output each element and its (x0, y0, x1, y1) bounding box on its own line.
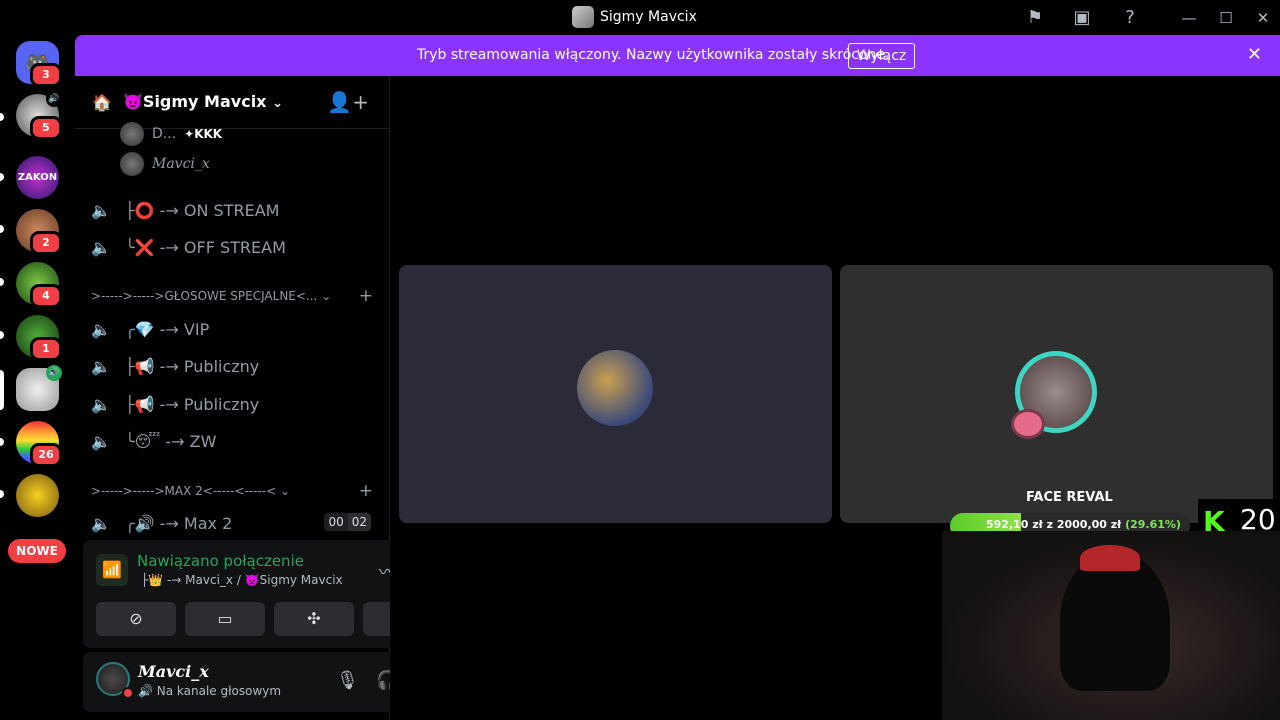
banner-text: Tryb streamowania włączony. Nazwy użytko… (417, 47, 890, 63)
signal-icon[interactable]: 📶 (96, 554, 128, 586)
server-name: 👿Sigmy Mavcix ⌄ (123, 92, 283, 111)
close-icon[interactable]: ✕ (1247, 44, 1262, 65)
avatar (120, 122, 144, 146)
channel-sidebar: 🏠 👿Sigmy Mavcix ⌄ 👤+ D... ✦KKK Mavci_x 🔈… (75, 76, 457, 720)
activities-icon: ✣ (307, 609, 321, 628)
voice-channel-icon: 🔈 (91, 237, 111, 257)
server-icon-6[interactable]: 1 (16, 315, 62, 361)
status-badge (122, 687, 134, 699)
goal-title: FACE REVAL (1026, 490, 1113, 505)
server-icon-9[interactable] (16, 474, 59, 517)
user-status-text: 🔊 Na kanale głosowym (138, 684, 282, 698)
unread-pill (0, 225, 4, 233)
connection-status[interactable]: Nawiązano połączenie (137, 552, 304, 570)
maximize-button[interactable]: ☐ (1216, 8, 1236, 28)
window-title-text: Sigmy Mavcix (600, 9, 697, 25)
voice-member[interactable]: D... ✦KKK (120, 122, 222, 146)
stream-overlay: FACE REVAL 592,10 zł z 2000,00 zł (29.61… (940, 485, 1280, 720)
donut-decoration-icon (1011, 409, 1045, 439)
server-icon-zakon[interactable]: ZAKON (16, 156, 59, 199)
avatar (577, 350, 653, 426)
user-limit-badge: 00 02 (324, 513, 371, 531)
server-thumbnail (572, 6, 594, 28)
unread-pill (0, 278, 4, 286)
unread-pill (0, 490, 4, 498)
window-title: Sigmy Mavcix (572, 6, 697, 28)
microphone-icon[interactable]: 🎙 (336, 670, 359, 691)
unread-pill (0, 113, 4, 121)
title-bar: Sigmy Mavcix ⚑ ▣ ? — ☐ ✕ (0, 0, 1280, 35)
voice-channel-icon: 🔈 (91, 200, 111, 220)
voice-channel-icon: 🔈 (91, 431, 111, 451)
flag-icon[interactable]: ⚑ (1023, 6, 1047, 30)
discord-home-icon[interactable]: 🎮 3 (16, 41, 62, 87)
server-icon-2[interactable]: 🔊 5 (16, 91, 62, 140)
unread-pill (0, 438, 4, 446)
disable-streamer-mode-button[interactable]: Wyłącz (848, 43, 915, 69)
activities-button[interactable]: ✣ (274, 602, 354, 636)
connection-channel[interactable]: ├👑 -→ Mavci_x / 👿Sigmy Mavcix (141, 573, 343, 587)
notification-badge: 3 (30, 63, 62, 87)
voice-channel-off-stream[interactable]: 🔈 ╰❌ -→ OFF STREAM (91, 230, 379, 264)
goal-text: 592,10 zł z 2000,00 zł (29.61%) (986, 518, 1181, 531)
notification-badge: 2 (30, 231, 62, 255)
home-icon: 🏠 (92, 93, 112, 112)
webcam-person (1060, 551, 1170, 691)
participant-tile[interactable] (399, 265, 832, 523)
add-channel-icon[interactable]: + (359, 481, 373, 501)
voice-channel-zw[interactable]: 🔈 ╰😴 -→ ZW (91, 424, 379, 458)
category-max-2[interactable]: >----->----->MAX 2<-----<-----< ⌄ + (91, 481, 381, 504)
screen-share-button[interactable]: ▭ (185, 602, 265, 636)
server-icon-4[interactable]: 2 (16, 209, 62, 255)
minimize-button[interactable]: — (1179, 8, 1199, 28)
voice-channel-publiczny-2[interactable]: 🔈 ├📢 -→ Publiczny (91, 387, 379, 421)
invite-user-icon[interactable]: 👤+ (327, 90, 369, 114)
voice-channel-vip[interactable]: 🔈 ╭💎 -→ VIP (91, 312, 379, 346)
unread-pill (0, 173, 4, 181)
streamer-mode-banner: Tryb streamowania włączony. Nazwy użytko… (75, 35, 1280, 76)
category-glosowe-specjalne[interactable]: >----->----->GŁOSOWE SPECJALNE<... ⌄ + (91, 286, 381, 309)
voice-connected-icon: 🔊 (46, 365, 62, 381)
webcam-feed (942, 531, 1280, 720)
selected-pill (0, 370, 4, 410)
notification-badge: 4 (30, 284, 62, 308)
voice-member[interactable]: Mavci_x (120, 152, 210, 176)
new-unreads-button[interactable]: NOWE (8, 539, 66, 563)
username[interactable]: Mavci_x (138, 662, 209, 681)
camera-off-icon: ⊘ (129, 609, 143, 628)
server-icon-7[interactable]: 🔊 (16, 365, 62, 411)
voice-channel-icon: 🔈 (91, 319, 111, 339)
notification-badge: 26 (30, 443, 62, 467)
inbox-icon[interactable]: ▣ (1070, 6, 1094, 30)
notification-badge: 5 (30, 116, 62, 140)
server-icon-8[interactable]: 26 (16, 421, 62, 467)
voice-channel-icon: 🔈 (91, 513, 111, 533)
voice-channel-publiczny[interactable]: 🔈 ├📢 -→ Publiczny (91, 349, 379, 383)
avatar (120, 152, 144, 176)
close-window-button[interactable]: ✕ (1253, 8, 1273, 28)
help-icon[interactable]: ? (1118, 6, 1142, 30)
voice-channel-on-stream[interactable]: 🔈 ├⭕ -→ ON STREAM (91, 193, 379, 227)
server-icon-5[interactable]: 4 (16, 262, 62, 308)
add-channel-icon[interactable]: + (359, 286, 373, 306)
camera-button[interactable]: ⊘ (96, 602, 176, 636)
voice-channel-icon: 🔈 (91, 394, 111, 414)
server-rail: 🎮 3 🔊 5 ZAKON 2 4 1 🔊 26 NOWE (0, 35, 75, 720)
voice-channel-max-2[interactable]: 🔈 ╭🔊 -→ Max 2 00 02 (91, 506, 379, 540)
speaker-icon: 🔊 (46, 91, 62, 107)
unread-pill (0, 331, 4, 339)
screen-share-icon: ▭ (217, 609, 233, 628)
voice-channel-icon: 🔈 (91, 356, 111, 376)
webcam-hat (1080, 545, 1140, 571)
notification-badge: 1 (30, 337, 62, 361)
